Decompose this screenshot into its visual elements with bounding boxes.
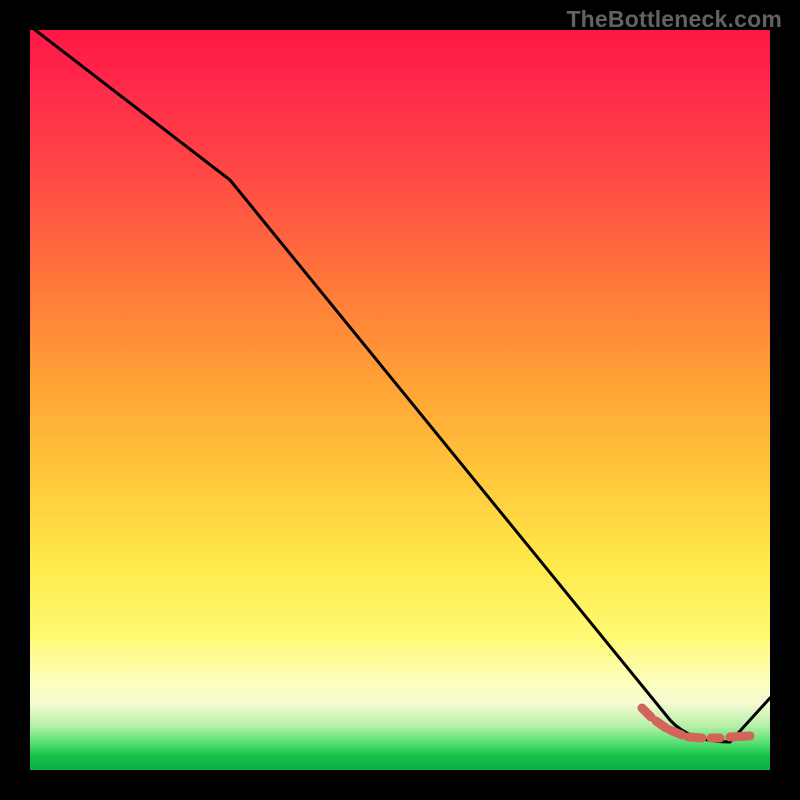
watermark-text: TheBottleneck.com: [566, 6, 782, 33]
chart-overlay: [30, 30, 770, 770]
bottleneck-curve: [30, 30, 770, 742]
chart-frame: TheBottleneck.com: [0, 0, 800, 800]
marker-band: [642, 708, 750, 738]
plot-area: [30, 30, 770, 770]
